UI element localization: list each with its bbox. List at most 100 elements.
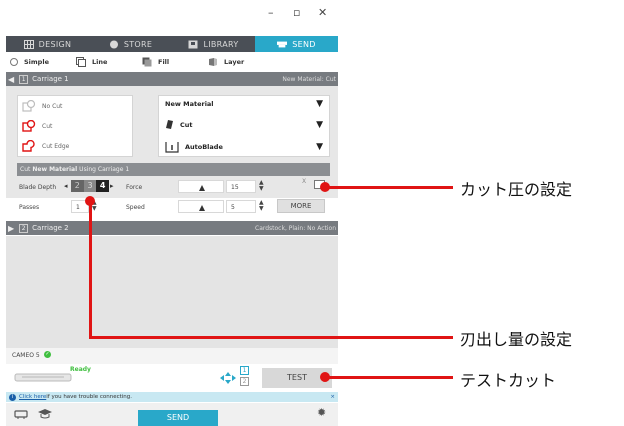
tab-send[interactable]: SEND [255,36,338,52]
cut-edge-label: Cut Edge [42,142,70,150]
mode-layer[interactable]: Layer [204,57,270,67]
mode-simple-label: Simple [24,58,49,66]
tab-library[interactable]: LIBRARY [172,36,255,52]
fill-icon [142,57,152,67]
expand-arrow-icon: ▶ [8,223,15,233]
cut-icon [22,120,36,132]
dropdown-arrow-icon: ▼ [316,99,323,109]
blade-depth-current: 4 [96,180,110,192]
library-icon [188,40,198,48]
move-arrows-icon[interactable] [220,372,236,384]
tool-select-value: AutoBlade [185,143,223,151]
cut-edge-icon [22,140,35,152]
cut-option-no-cut[interactable]: No Cut [22,100,62,112]
tab-store-label: STORE [123,39,153,49]
mode-fill[interactable]: Fill [138,57,204,67]
material-select[interactable]: New Material ▼ [165,99,323,109]
increase-arrow-icon[interactable]: ▸ [110,182,114,190]
line-icon [76,57,86,67]
dropdown-arrow-icon: ▼ [316,120,323,130]
carriage2-number: 2 [19,223,29,233]
device-status: Ready [70,366,91,373]
connection-info-bar: i Click here if you have trouble connect… [6,392,338,402]
test-annotation-line [325,376,453,379]
cutter-settings-icon[interactable] [14,408,28,420]
autoblade-icon [165,142,179,153]
mode-fill-label: Fill [158,58,170,66]
info-text: if you have trouble connecting. [46,394,133,400]
blade-depth-prev: 2 [71,180,84,192]
carriage1-header[interactable]: ◀ 1 Carriage 1 New Material: Cut [6,72,338,86]
carriage1-label: Carriage 1 [32,75,69,83]
blade-annotation-line-horizontal [89,336,453,339]
send-button[interactable]: SEND [138,410,218,426]
info-close-button[interactable]: × [330,394,335,400]
tool-select[interactable]: AutoBlade ▼ [165,141,323,153]
cut-label: Cut [42,122,53,130]
collapse-arrow-icon: ◀ [8,74,15,84]
mode-simple[interactable]: Simple [6,58,72,66]
blade-annotation-dot [85,196,95,206]
force-annotation-label: カット圧の設定 [460,180,573,199]
cut-option-cut[interactable]: Cut [22,120,52,132]
speed-value[interactable]: 5 [226,200,256,213]
device-name: CAMEO 5 [12,352,40,359]
force-slider-thumb[interactable] [199,185,205,191]
blade-depth-mid: 3 [83,180,97,192]
radio-icon [10,58,18,66]
blade-depth-label: Blade Depth [19,184,57,191]
minimize-button[interactable]: – [268,6,274,19]
device-status-bar: CAMEO 5 ✓ [6,348,338,364]
close-button[interactable]: ✕ [318,6,327,19]
decrease-arrow-icon[interactable]: ◂ [64,182,68,190]
no-cut-label: No Cut [42,102,63,110]
mode-bar: Simple Line Fill Layer [6,54,338,70]
tab-store[interactable]: STORE [89,36,172,52]
blade-depth-selector[interactable]: 2 3 4 [71,180,110,192]
material-box: New Material ▼ Cut ▼ AutoBlade ▼ [158,95,330,157]
port-2[interactable]: 2 [240,377,249,386]
restore-button[interactable]: ▫ [293,6,300,19]
force-label: Force [126,184,143,191]
subhead-suffix: Using Carriage 1 [79,166,130,173]
mode-layer-label: Layer [224,58,245,66]
tab-library-label: LIBRARY [203,39,239,49]
graduation-cap-icon[interactable] [38,408,52,420]
subhead-material: New Material [32,166,78,173]
connected-check-icon: ✓ [44,351,51,358]
tab-design-label: DESIGN [38,39,72,49]
mode-line[interactable]: Line [72,57,138,67]
grid-icon [23,39,34,49]
carriage2-label: Carriage 2 [32,224,69,232]
action-select-value: Cut [180,121,193,129]
action-select[interactable]: Cut ▼ [165,120,323,130]
force-value[interactable]: 15 [226,180,256,193]
subhead-prefix: Cut [20,166,31,173]
tab-send-label: SEND [292,39,316,49]
help-link[interactable]: Click here [19,394,46,400]
more-button[interactable]: MORE [277,199,325,213]
force-stepper[interactable]: ▲ ▼ [259,180,264,192]
layer-icon [209,58,217,66]
speed-slider-thumb[interactable] [199,205,205,211]
gear-icon[interactable]: ✹ [317,406,326,419]
cut-settings-header: Cut New Material Using Carriage 1 [17,163,330,176]
blade-annotation-line-vertical [89,200,92,339]
force-slider[interactable] [178,180,224,193]
carriage2-header[interactable]: ▶ 2 Carriage 2 Cardstock, Plain: No Acti… [6,221,338,235]
mode-line-label: Line [92,58,108,66]
blade-icon [166,120,173,129]
carriage1-number: 1 [19,74,29,84]
speed-label: Speed [126,204,145,211]
tab-design[interactable]: DESIGN [6,36,89,52]
speed-stepper[interactable]: ▲ ▼ [259,200,264,212]
speed-slider[interactable] [178,200,224,213]
carriage2-material: Cardstock, Plain: No Action [255,224,336,232]
store-icon [109,40,118,48]
port-1[interactable]: 1 [240,366,249,375]
blade-annotation-label: 刃出し量の設定 [460,330,573,349]
main-tabbar: DESIGN STORE LIBRARY SEND [6,36,338,52]
test-annotation-dot [320,372,330,382]
x-label: X [302,178,307,185]
cut-option-cut-edge[interactable]: Cut Edge [22,140,69,152]
